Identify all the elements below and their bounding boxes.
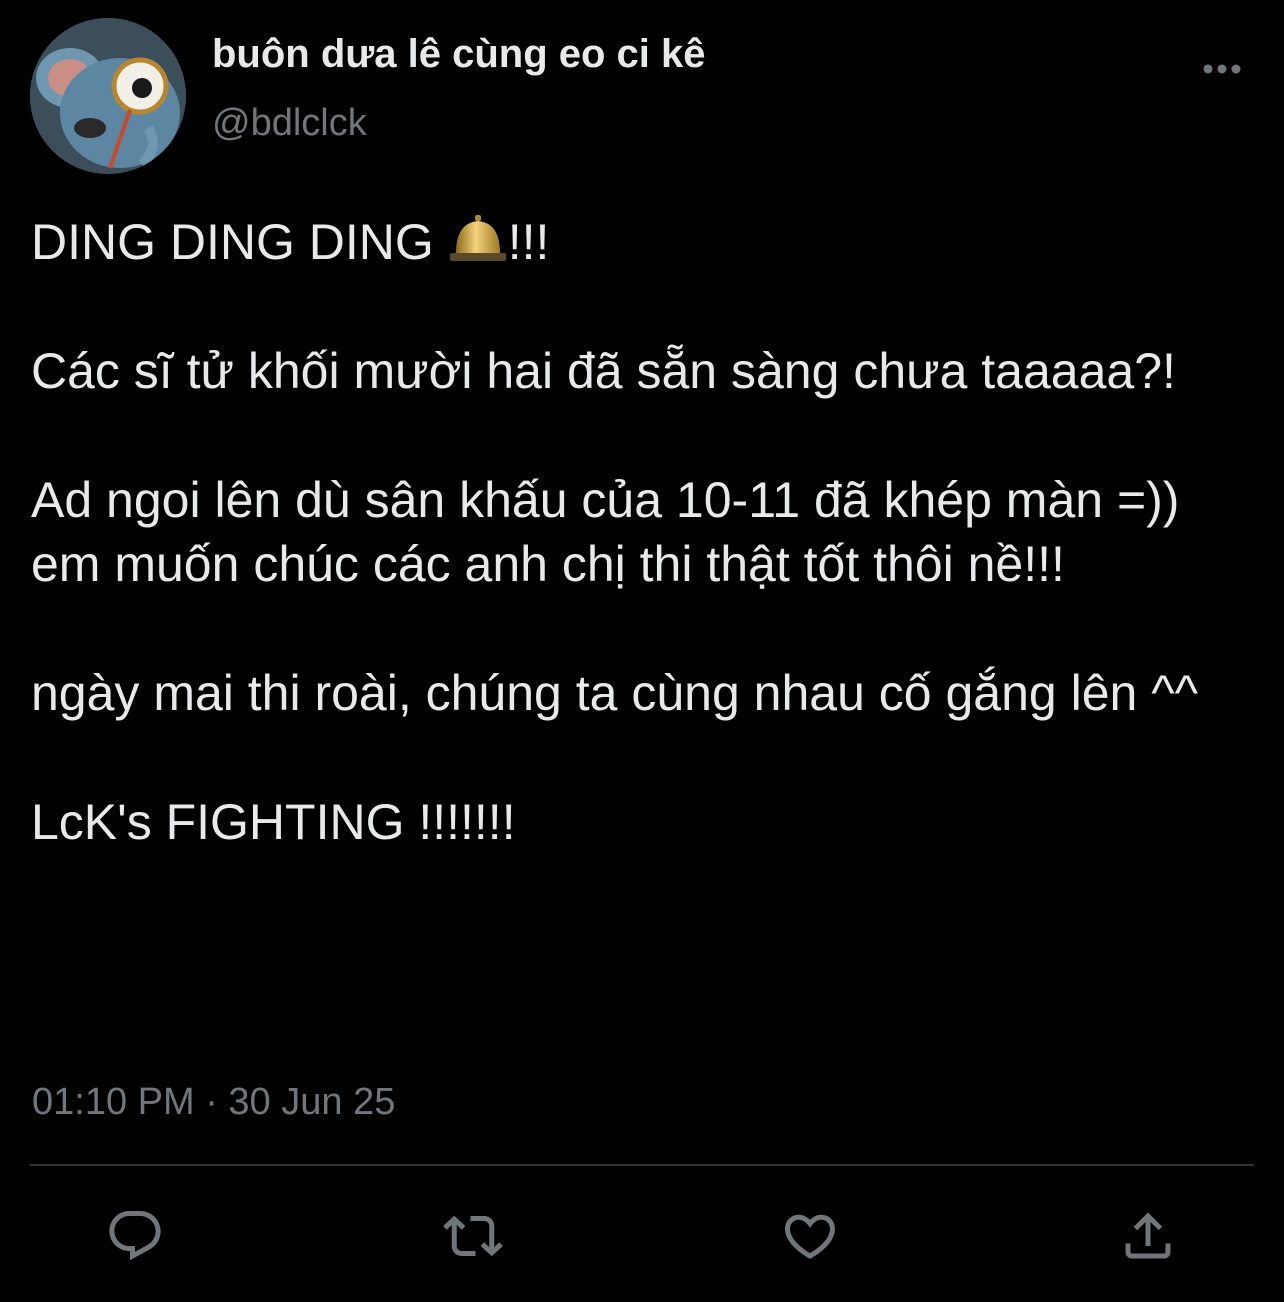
tweet-paragraph-2: Các sĩ tử khối mười hai đã sẵn sàng chưa… bbox=[31, 343, 1176, 399]
bell-icon bbox=[449, 215, 506, 261]
more-options-button[interactable] bbox=[1196, 50, 1248, 88]
like-icon bbox=[784, 1214, 836, 1259]
tweet-text: DING DING DING !!! Các sĩ tử khối mười h… bbox=[31, 210, 1261, 854]
share-icon bbox=[1125, 1212, 1171, 1259]
tweet-line1-text: DING DING DING bbox=[31, 214, 434, 270]
tweet-paragraph-4: ngày mai thi roài, chúng ta cùng nhau cố… bbox=[31, 665, 1199, 721]
share-button[interactable] bbox=[1116, 1204, 1180, 1268]
cartoon-mouse-avatar-icon bbox=[30, 18, 186, 174]
retweet-button[interactable] bbox=[441, 1204, 505, 1268]
tweet-timestamp[interactable]: 01:10 PM · 30 Jun 25 bbox=[32, 1081, 395, 1124]
action-bar bbox=[0, 1166, 1284, 1302]
tweet-paragraph-3: Ad ngoi lên dù sân khấu của 10-11 đã khé… bbox=[31, 472, 1180, 592]
user-handle[interactable]: @bdlclck bbox=[212, 102, 367, 145]
avatar[interactable] bbox=[30, 18, 186, 174]
display-name[interactable]: buôn dưa lê cùng eo ci kê bbox=[212, 32, 706, 77]
tweet-paragraph-1: DING DING DING !!! bbox=[31, 210, 1261, 274]
more-icon bbox=[1203, 64, 1241, 74]
reply-icon bbox=[109, 1211, 161, 1261]
tweet-paragraph-5: LcK's FIGHTING !!!!!!! bbox=[31, 794, 516, 850]
reply-button[interactable] bbox=[103, 1204, 167, 1268]
tweet-header: buôn dưa lê cùng eo ci kê @bdlclck bbox=[0, 0, 1284, 190]
tweet-line1-suffix: !!! bbox=[507, 214, 550, 270]
retweet-icon bbox=[443, 1215, 503, 1257]
like-button[interactable] bbox=[778, 1204, 842, 1268]
